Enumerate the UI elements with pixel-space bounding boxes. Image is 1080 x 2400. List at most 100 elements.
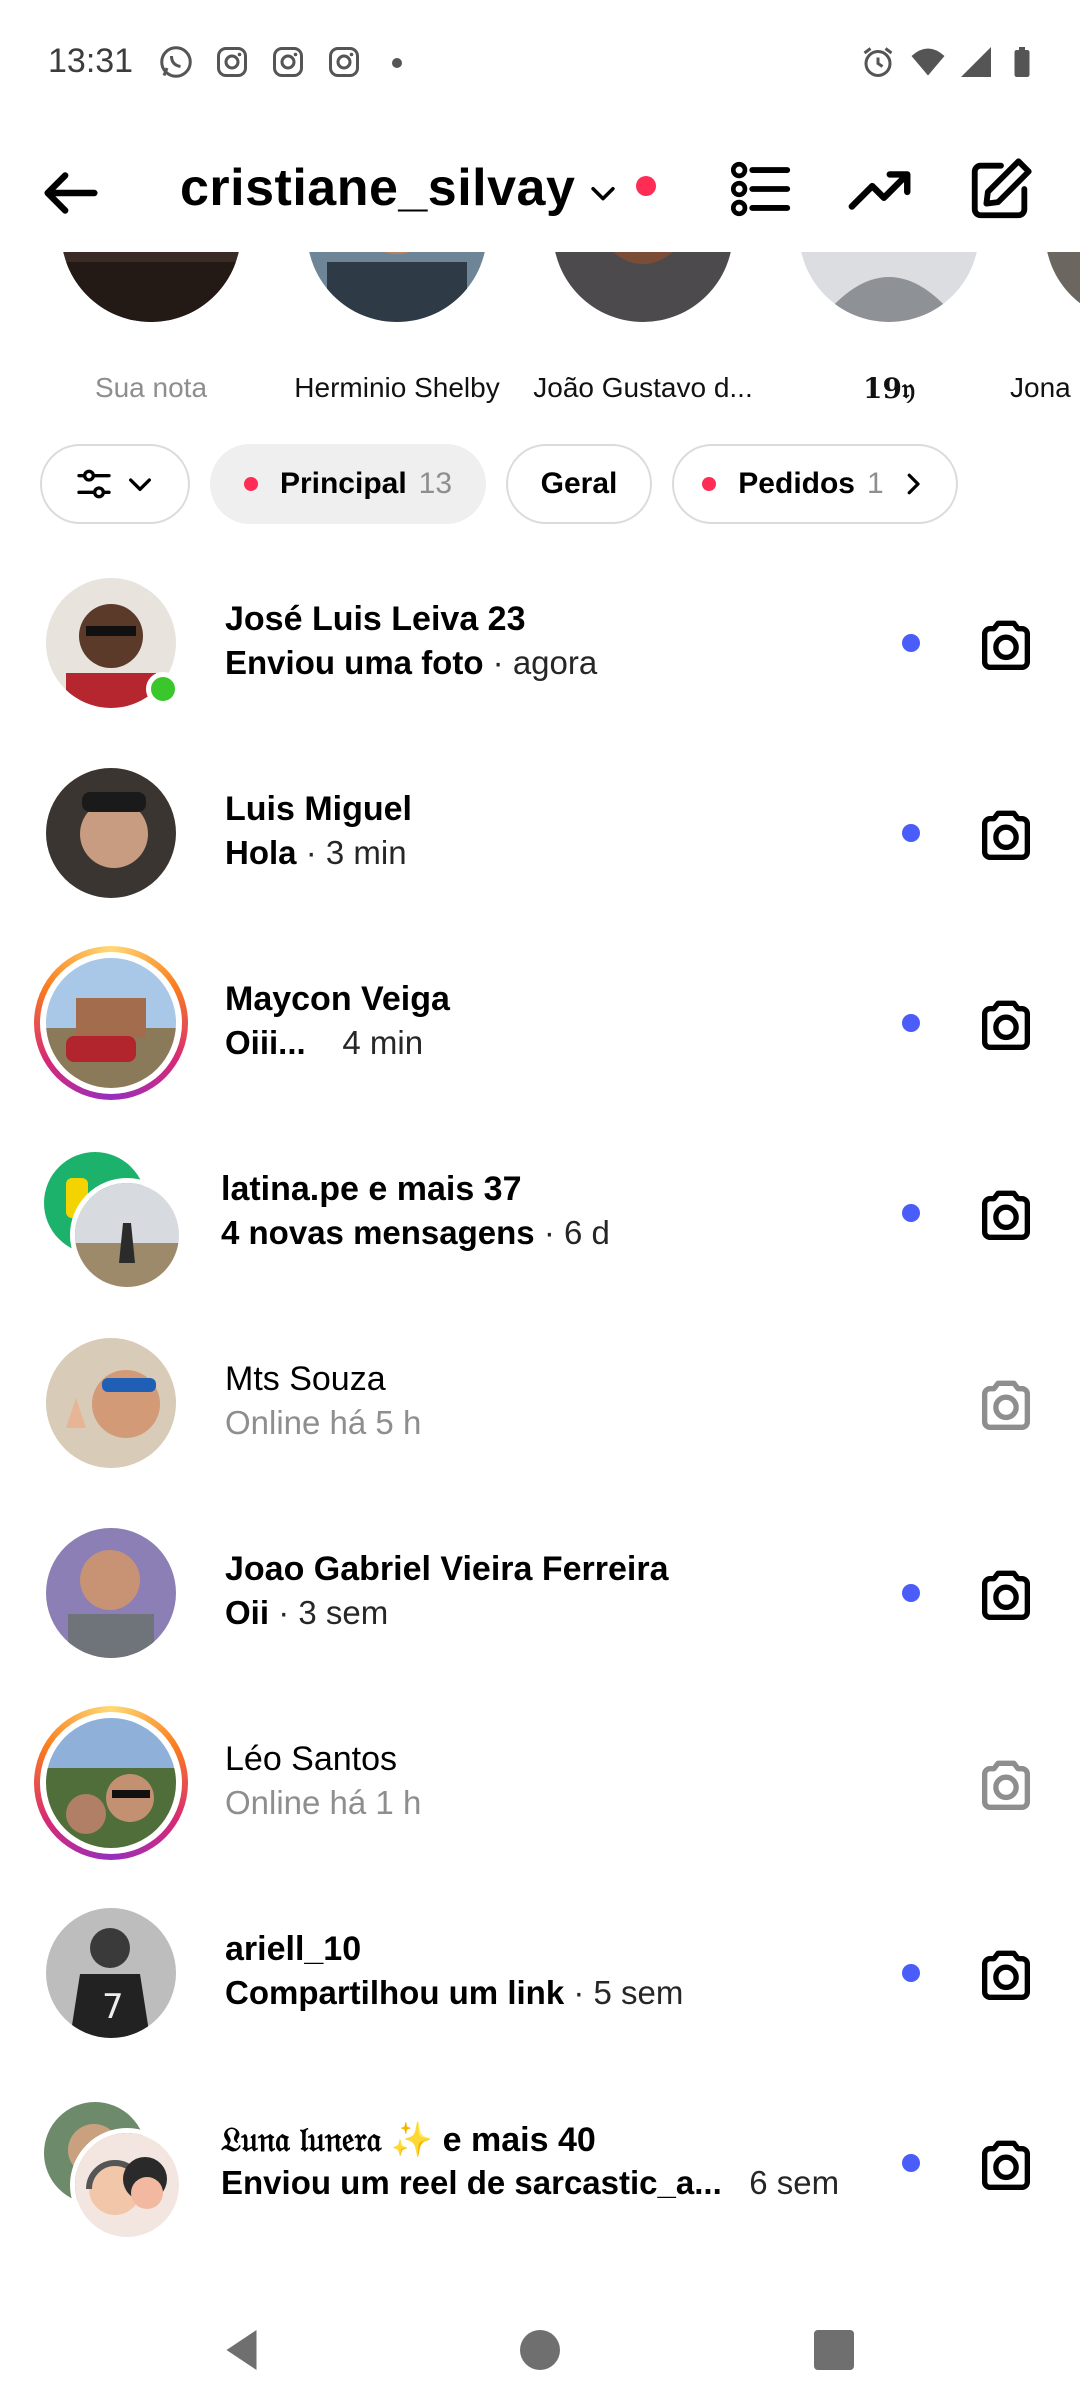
- online-status-dot: [146, 672, 180, 706]
- filter-label: Principal: [279, 467, 407, 500]
- unread-dot: [902, 1964, 920, 1982]
- message-text: Online há 5 h: [225, 1404, 422, 1441]
- nav-home-icon[interactable]: [510, 2320, 570, 2380]
- note-item[interactable]: Herminio Shelby: [272, 252, 522, 412]
- avatar: [70, 2128, 184, 2242]
- conversation-preview: Enviou um reel de sarcastic_a... 6 sem: [221, 2164, 839, 2202]
- account-notification-dot: [636, 176, 656, 196]
- camera-icon[interactable]: [974, 614, 1038, 678]
- camera-icon[interactable]: [974, 1374, 1038, 1438]
- note-label: 𝟏𝟗𝔶: [863, 372, 915, 405]
- camera-icon[interactable]: [974, 1944, 1038, 2008]
- avatar: 7: [46, 1908, 176, 2038]
- nav-back-icon[interactable]: [214, 2320, 274, 2380]
- conversation-name: José Luis Leiva 23: [225, 600, 526, 638]
- message-text: Online há 1 h: [225, 1784, 422, 1821]
- message-time: · agora: [492, 644, 598, 681]
- nav-recents-icon[interactable]: [804, 2320, 864, 2380]
- unread-dot: [902, 1584, 920, 1602]
- unread-indicator-dot: [243, 477, 258, 491]
- unread-dot: [902, 1204, 920, 1222]
- note-item[interactable]: João Gustavo d...: [518, 252, 768, 412]
- compose-icon[interactable]: [966, 154, 1036, 224]
- note-avatar: [1045, 252, 1080, 322]
- message-text: Hola: [225, 834, 297, 871]
- conversation-preview: Enviou uma foto · agora: [225, 644, 597, 682]
- message-time: · 5 sem: [573, 1974, 684, 2011]
- conversation-row[interactable]: Léo Santos Online há 1 h: [0, 1700, 1080, 1890]
- system-navigation-bar: [0, 2300, 1080, 2400]
- chevron-right-icon: [907, 473, 920, 495]
- avatar: [46, 768, 176, 898]
- conversation-row[interactable]: José Luis Leiva 23 Enviou uma foto · ago…: [0, 560, 1080, 750]
- trending-icon[interactable]: [846, 154, 916, 224]
- chevron-down-icon[interactable]: [586, 176, 620, 210]
- message-time: · 3 min: [305, 834, 407, 871]
- unread-dot: [902, 824, 920, 842]
- instagram-icon: [329, 47, 359, 77]
- conversation-row[interactable]: 𝔏𝔲𝔫𝔞 𝔩𝔲𝔫𝔢𝔯𝔞 ✨ e mais 40 Enviou um reel d…: [0, 2080, 1080, 2270]
- note-avatar: [307, 252, 487, 322]
- notes-row: Sua nota Herminio Shelby João Gustavo d.…: [0, 252, 1080, 412]
- conversation-row[interactable]: Mts Souza Online há 5 h: [0, 1320, 1080, 1510]
- whatsapp-icon: [160, 46, 192, 78]
- wifi-icon: [911, 48, 945, 76]
- camera-icon[interactable]: [974, 804, 1038, 868]
- filter-geral[interactable]: Geral: [506, 444, 652, 524]
- camera-icon[interactable]: [974, 2134, 1038, 2198]
- story-ring: [34, 1706, 188, 1860]
- conversation-row[interactable]: latina.pe e mais 37 4 novas mensagens · …: [0, 1130, 1080, 1320]
- filter-principal[interactable]: Principal 13: [210, 444, 486, 524]
- instagram-icon: [273, 47, 303, 77]
- note-avatar: [553, 252, 733, 322]
- header: cristiane_silvay: [0, 140, 1080, 240]
- message-time: 6 sem: [749, 2164, 840, 2201]
- conversation-preview: Online há 5 h: [225, 1404, 421, 1442]
- conversation-name: Maycon Veiga: [225, 980, 450, 1018]
- group-avatar: [44, 2102, 184, 2242]
- story-ring: [34, 946, 188, 1100]
- conversation-name: 𝔏𝔲𝔫𝔞 𝔩𝔲𝔫𝔢𝔯𝔞 ✨ e mais 40: [221, 2121, 596, 2159]
- message-text: 4 novas mensagens: [221, 1214, 535, 1251]
- chevron-down-icon: [129, 478, 151, 491]
- unread-indicator-dot: [702, 477, 717, 491]
- list-icon[interactable]: [726, 154, 796, 224]
- avatar: [46, 1528, 176, 1658]
- camera-icon[interactable]: [974, 1184, 1038, 1248]
- unread-dot: [902, 2154, 920, 2172]
- filter-pedidos[interactable]: Pedidos 1: [672, 444, 958, 524]
- conversation-row[interactable]: Joao Gabriel Vieira Ferreira Oii · 3 sem: [0, 1510, 1080, 1700]
- message-time: 4 min: [342, 1024, 424, 1061]
- back-arrow-icon[interactable]: [36, 158, 106, 228]
- camera-icon[interactable]: [974, 1564, 1038, 1628]
- note-label: Jona: [1010, 372, 1071, 403]
- conversation-row[interactable]: 7 ariell_10 Compartilhou um link · 5 sem: [0, 1890, 1080, 2080]
- filter-count: 13: [418, 467, 453, 500]
- conversation-preview: Online há 1 h: [225, 1784, 421, 1822]
- note-item[interactable]: Sua nota: [26, 252, 276, 412]
- message-text: Oii: [225, 1594, 270, 1631]
- filter-count: 1: [867, 467, 884, 500]
- conversation-name: latina.pe e mais 37: [221, 1170, 522, 1208]
- camera-icon[interactable]: [974, 1754, 1038, 1818]
- camera-icon[interactable]: [974, 994, 1038, 1058]
- svg-text:7: 7: [102, 1987, 124, 2027]
- filter-label: Pedidos: [738, 467, 855, 500]
- filter-options-button[interactable]: [40, 444, 190, 524]
- conversation-row[interactable]: Luis Miguel Hola · 3 min: [0, 750, 1080, 940]
- conversation-name: ariell_10: [225, 1930, 362, 1968]
- status-bar: 13:31: [0, 0, 1080, 110]
- more-notifications-dot: [392, 58, 402, 68]
- filter-chips: Principal 13 Geral Pedidos 1: [0, 444, 1080, 526]
- note-item[interactable]: Jona: [1010, 252, 1080, 412]
- status-time: 13:31: [48, 42, 134, 80]
- group-avatar: [44, 1152, 184, 1292]
- message-text: Oiii...: [225, 1024, 306, 1061]
- avatar: [46, 1718, 176, 1848]
- message-text: Enviou um reel de sarcastic_a...: [221, 2164, 722, 2201]
- avatar: [46, 958, 176, 1088]
- account-username[interactable]: cristiane_silvay: [180, 158, 575, 218]
- note-item[interactable]: 𝟏𝟗𝔶: [764, 252, 1014, 412]
- conversation-preview: Oiii... 4 min: [225, 1024, 423, 1062]
- conversation-row[interactable]: Maycon Veiga Oiii... 4 min: [0, 940, 1080, 1130]
